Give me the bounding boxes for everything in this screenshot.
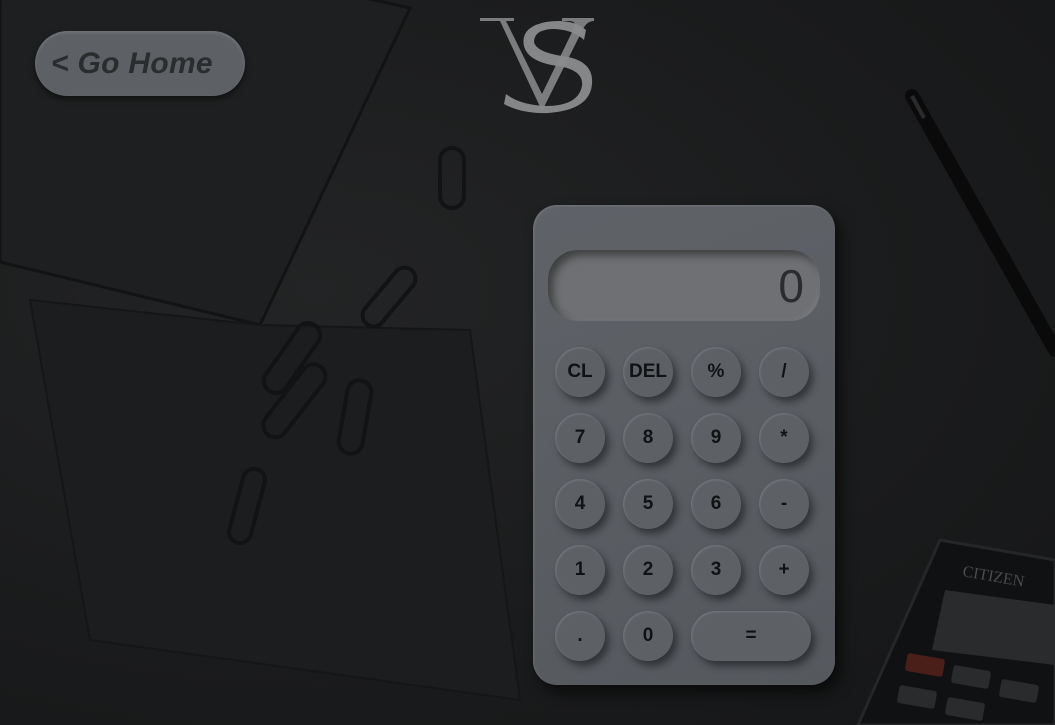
key-percent[interactable]: %: [691, 347, 741, 397]
calculator-display: 0: [548, 250, 820, 321]
key-5[interactable]: 5: [623, 479, 673, 529]
vs-logo: [480, 18, 594, 114]
key-delete[interactable]: DEL: [623, 347, 673, 397]
key-9[interactable]: 9: [691, 413, 741, 463]
go-home-button[interactable]: < Go Home: [35, 31, 245, 96]
key-8[interactable]: 8: [623, 413, 673, 463]
key-1[interactable]: 1: [555, 545, 605, 595]
key-2[interactable]: 2: [623, 545, 673, 595]
key-7[interactable]: 7: [555, 413, 605, 463]
page-background: CITIZEN < Go Home 0 CL DEL % / 7 8 9 * 4…: [0, 0, 1055, 725]
key-decimal[interactable]: .: [555, 611, 605, 661]
key-clear[interactable]: CL: [555, 347, 605, 397]
key-4[interactable]: 4: [555, 479, 605, 529]
key-equals[interactable]: =: [691, 611, 811, 661]
pen: [905, 89, 1055, 357]
key-add[interactable]: +: [759, 545, 809, 595]
key-6[interactable]: 6: [691, 479, 741, 529]
key-0[interactable]: 0: [623, 611, 673, 661]
key-multiply[interactable]: *: [759, 413, 809, 463]
key-divide[interactable]: /: [759, 347, 809, 397]
display-value: 0: [778, 259, 804, 312]
key-subtract[interactable]: -: [759, 479, 809, 529]
key-3[interactable]: 3: [691, 545, 741, 595]
calculator: 0 CL DEL % / 7 8 9 * 4 5 6 - 1 2 3 + . 0…: [533, 205, 835, 685]
citizen-calculator: CITIZEN: [856, 538, 1055, 725]
go-home-label: < Go Home: [51, 46, 213, 80]
